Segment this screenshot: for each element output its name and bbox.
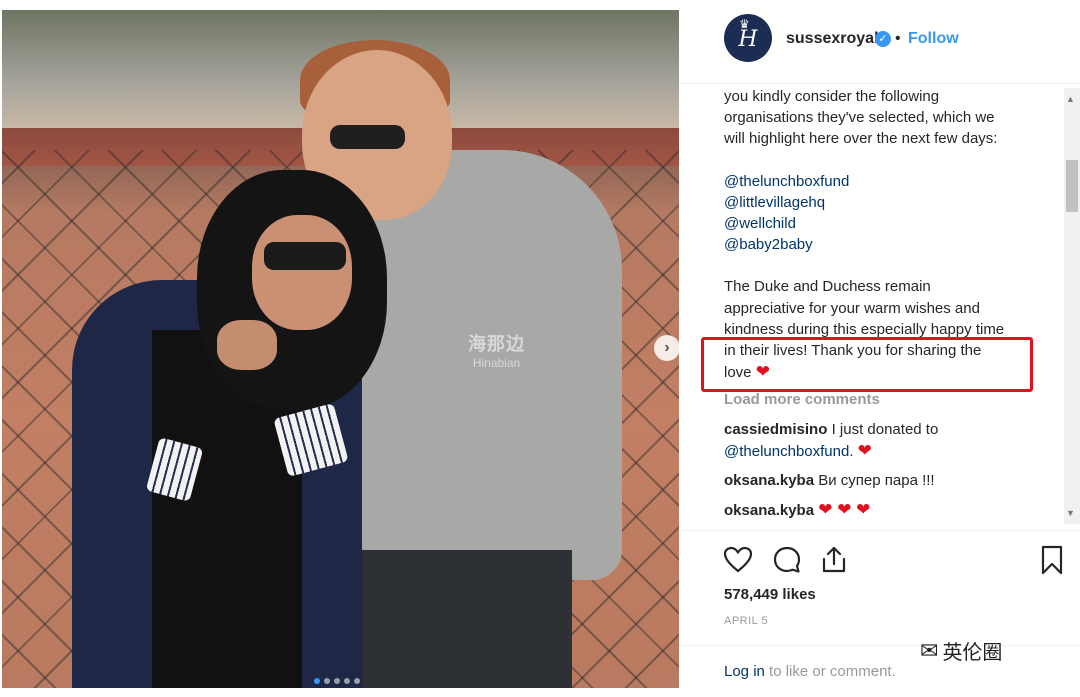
heart-icon[interactable] — [723, 545, 753, 575]
scrollbar[interactable] — [1064, 88, 1080, 524]
caption-line: organisations they've selected, which we — [724, 109, 995, 127]
caption: you kindly consider the following organi… — [724, 86, 1064, 150]
avatar[interactable]: ♛ H — [724, 14, 772, 62]
caption-line: The Duke and Duchess remain — [724, 278, 931, 296]
separator-dot: • — [895, 30, 901, 47]
watermark-main: 海那边 — [468, 334, 525, 354]
watermark-sub: Hinabian — [472, 356, 521, 370]
login-rest: to like or comment. — [769, 663, 896, 680]
login-prompt: Log in to like or comment. — [724, 663, 896, 680]
photo-woman-hand — [217, 320, 277, 370]
carousel-dot-active[interactable] — [314, 678, 320, 684]
likes-count[interactable]: 578,449 likes — [724, 586, 816, 603]
mention-link[interactable]: @thelunchboxfund — [724, 171, 1064, 192]
comment: oksana.kyba ❤ ❤ ❤ — [724, 499, 1064, 521]
wechat-watermark: ✉ 英伦圈 — [920, 636, 1002, 665]
crown-icon: ♛ — [739, 17, 750, 31]
comment-icon[interactable] — [772, 545, 802, 575]
login-link[interactable]: Log in — [724, 663, 765, 680]
post-photo[interactable] — [2, 10, 679, 688]
heart-emoji-icon: ❤ — [857, 440, 872, 460]
wechat-label: 英伦圈 — [942, 642, 1003, 664]
mention-link[interactable]: @littlevillagehq — [724, 192, 1064, 213]
comment-username[interactable]: oksana.kyba — [724, 502, 814, 519]
carousel-dots — [314, 678, 360, 684]
action-bar — [679, 530, 1080, 590]
scroll-down-icon[interactable]: ▼ — [1066, 508, 1075, 518]
comment: cassiedmisino I just donated to @thelunc… — [724, 419, 1064, 462]
caption-mentions: @thelunchboxfund @littlevillagehq @wellc… — [724, 171, 1064, 256]
comment-text: Ви супер пара !!! — [818, 472, 935, 490]
caption-line: appreciative for your warm wishes and — [724, 299, 980, 317]
chevron-right-icon[interactable]: › — [654, 335, 680, 361]
caption-line: you kindly consider the following — [724, 88, 940, 105]
comments-list[interactable]: you kindly consider the following organi… — [724, 86, 1064, 528]
load-more-comments-button[interactable]: Load more comments — [724, 389, 1064, 410]
scroll-up-icon[interactable]: ▲ — [1066, 94, 1075, 104]
bookmark-icon[interactable] — [1037, 545, 1067, 575]
carousel-dot[interactable] — [344, 678, 350, 684]
comment-text: I just donated to — [831, 420, 939, 438]
caption-line: will highlight here over the next few da… — [724, 130, 998, 148]
carousel-dot[interactable] — [334, 678, 340, 684]
carousel-dot[interactable] — [324, 678, 330, 684]
comment-username[interactable]: cassiedmisino — [724, 421, 827, 438]
photo-man-sunglasses — [330, 125, 405, 149]
share-icon[interactable] — [819, 545, 849, 575]
watermark: 海那边 Hinabian — [468, 330, 525, 370]
photo-man-jeans — [342, 550, 572, 688]
comment-username[interactable]: oksana.kyba — [724, 472, 814, 489]
photo-woman-sunglasses — [264, 242, 346, 270]
heart-emoji-icon: ❤ ❤ ❤ — [818, 500, 871, 520]
username[interactable]: sussexroyal — [786, 30, 879, 48]
carousel-dot[interactable] — [354, 678, 360, 684]
highlight-annotation — [701, 337, 1033, 392]
photo-woman-face — [252, 215, 352, 330]
mention-link[interactable]: @wellchild — [724, 213, 1064, 234]
comment: oksana.kyba Ви супер пара !!! — [724, 470, 1064, 491]
post-header: ♛ H sussexroyal ✓ • Follow — [679, 0, 1080, 84]
post-date[interactable]: APRIL 5 — [724, 615, 768, 627]
scrollbar-thumb[interactable] — [1066, 160, 1078, 212]
verified-icon: ✓ — [875, 31, 891, 47]
wechat-icon: ✉ — [920, 637, 939, 663]
mention-link[interactable]: @baby2baby — [724, 234, 1064, 255]
comment-mention[interactable]: @thelunchboxfund. — [724, 443, 854, 460]
follow-button[interactable]: Follow — [908, 30, 959, 48]
